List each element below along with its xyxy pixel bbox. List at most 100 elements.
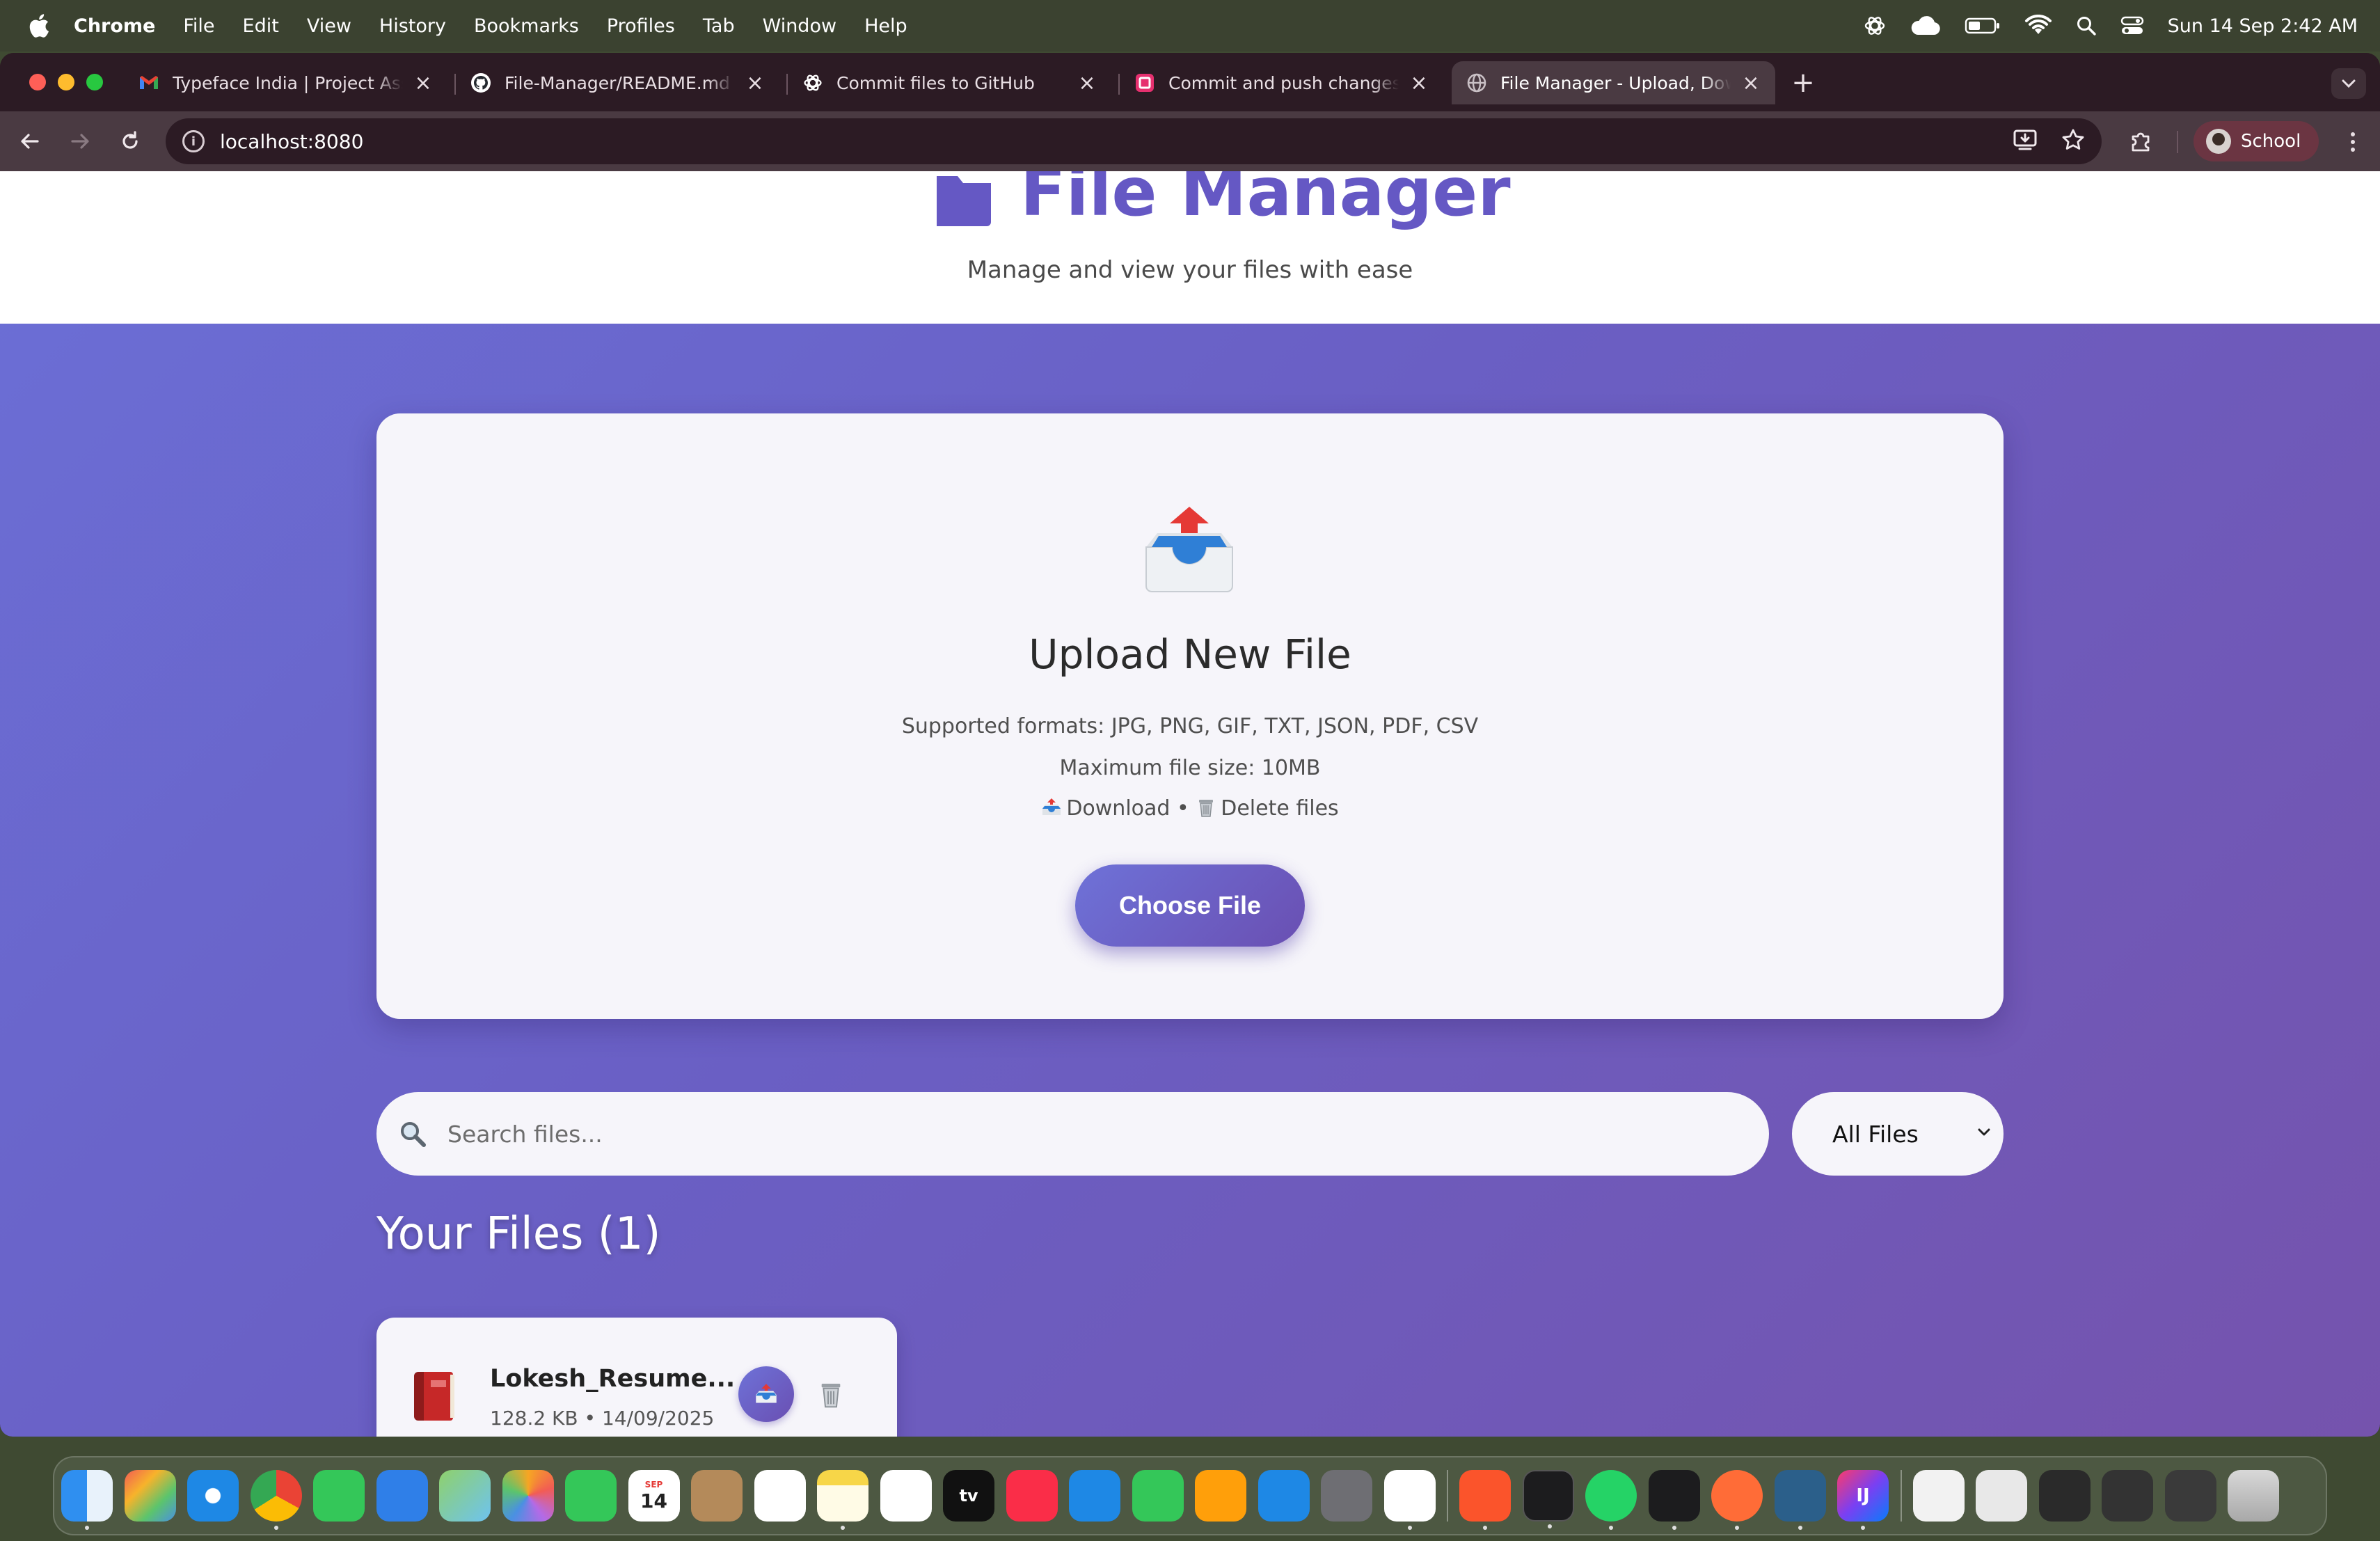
download-file-button[interactable]: [738, 1366, 794, 1422]
trash-icon: [821, 1384, 841, 1408]
system-settings-icon[interactable]: [1321, 1470, 1372, 1522]
mail-icon[interactable]: [376, 1470, 428, 1522]
recent-stack-icon[interactable]: [2102, 1470, 2153, 1522]
close-tab-icon[interactable]: ×: [1077, 71, 1097, 95]
menu-chrome[interactable]: Chrome: [74, 15, 155, 37]
tab-commit-push[interactable]: Commit and push changes to GitHub ×: [1120, 61, 1443, 104]
wifi-icon[interactable]: [2024, 15, 2052, 37]
photos-icon[interactable]: [502, 1470, 554, 1522]
address-bar[interactable]: i localhost:8080: [166, 118, 2102, 164]
minimize-window-button[interactable]: [58, 74, 74, 90]
extensions-button[interactable]: [2126, 127, 2155, 156]
launchpad-icon[interactable]: [124, 1470, 176, 1522]
menu-bookmarks[interactable]: Bookmarks: [474, 15, 579, 37]
apple-logo-icon[interactable]: [26, 12, 51, 40]
pages-icon[interactable]: [1195, 1470, 1246, 1522]
calendar-icon[interactable]: SEP 14: [628, 1470, 680, 1522]
menu-history[interactable]: History: [379, 15, 446, 37]
upload-features-text: Download • Delete files: [376, 796, 2004, 821]
upload-card[interactable]: Upload New File Supported formats: JPG, …: [376, 413, 2004, 1019]
chatgpt-icon[interactable]: [1863, 14, 1887, 38]
spotlight-search-icon[interactable]: [2076, 15, 2097, 36]
contacts-icon[interactable]: [691, 1470, 743, 1522]
toolbar-divider: [2177, 131, 2178, 153]
inbox-tray-icon: [1145, 507, 1233, 592]
keynote-icon[interactable]: [1069, 1470, 1120, 1522]
apple-tv-icon[interactable]: tv: [943, 1470, 994, 1522]
app-store-icon[interactable]: [1258, 1470, 1310, 1522]
tab-search-button[interactable]: [2331, 68, 2366, 99]
dock: SEP 14 tv IJ: [53, 1456, 2327, 1535]
close-tab-icon[interactable]: ×: [1740, 71, 1761, 95]
tab-typeface-india[interactable]: Typeface India | Project Assignment ×: [124, 61, 447, 104]
chatgpt-icon[interactable]: [1383, 1470, 1436, 1530]
terminal-icon[interactable]: [1522, 1470, 1574, 1528]
chrome-icon[interactable]: [250, 1470, 302, 1530]
menu-edit[interactable]: Edit: [243, 15, 279, 37]
chrome-menu-button[interactable]: [2342, 128, 2363, 156]
messages-icon[interactable]: [313, 1470, 365, 1522]
menu-help[interactable]: Help: [864, 15, 907, 37]
menu-profiles[interactable]: Profiles: [607, 15, 675, 37]
page-header: File Manager Manage and view your files …: [0, 171, 2380, 324]
reload-button[interactable]: [116, 127, 145, 156]
document-icon[interactable]: [1912, 1470, 1965, 1522]
menu-bar-clock[interactable]: Sun 14 Sep 2:42 AM: [2168, 15, 2358, 37]
postman-icon[interactable]: [1711, 1470, 1763, 1530]
mysql-workbench-icon[interactable]: [1774, 1470, 1826, 1530]
folder-stack-icon[interactable]: [2164, 1470, 2216, 1522]
icloud-icon[interactable]: [1910, 15, 1941, 36]
music-icon[interactable]: [1006, 1470, 1058, 1522]
close-tab-icon[interactable]: ×: [1409, 71, 1429, 95]
finder-icon[interactable]: [61, 1470, 113, 1530]
new-tab-button[interactable]: +: [1790, 67, 1816, 99]
profile-button[interactable]: School: [2193, 121, 2319, 161]
tab-file-manager[interactable]: File Manager - Upload, Download ×: [1452, 61, 1775, 104]
menu-tab[interactable]: Tab: [703, 15, 735, 37]
search-box[interactable]: [376, 1092, 1769, 1176]
globe-icon: [1466, 72, 1488, 94]
app-icon[interactable]: [1648, 1470, 1700, 1530]
chatgpt-icon: [802, 72, 824, 94]
tab-github-readme[interactable]: File-Manager/README.md at main ×: [456, 61, 779, 104]
browser-toolbar: i localhost:8080 School: [0, 111, 2380, 171]
install-app-icon[interactable]: [2013, 128, 2038, 155]
close-window-button[interactable]: [29, 74, 46, 90]
file-type-filter[interactable]: All Files: [1792, 1092, 2004, 1176]
calendar-day: 14: [640, 1489, 667, 1512]
menu-view[interactable]: View: [307, 15, 351, 37]
tab-commit-files[interactable]: Commit files to GitHub ×: [788, 61, 1111, 104]
avatar: [2206, 129, 2231, 154]
freeform-icon[interactable]: [880, 1470, 932, 1522]
screenshots-stack-icon[interactable]: [2038, 1470, 2091, 1522]
maps-icon[interactable]: [439, 1470, 491, 1522]
trash-icon[interactable]: [2228, 1470, 2279, 1522]
zoom-window-button[interactable]: [86, 74, 103, 90]
safari-icon[interactable]: [187, 1470, 239, 1522]
bookmark-star-icon[interactable]: [2061, 128, 2085, 155]
close-tab-icon[interactable]: ×: [413, 71, 434, 95]
address-bar-url[interactable]: localhost:8080: [220, 130, 363, 153]
notes-icon[interactable]: [817, 1470, 868, 1530]
dock-separator: [1447, 1470, 1448, 1522]
reminders-icon[interactable]: [754, 1470, 806, 1522]
site-info-icon[interactable]: i: [182, 130, 205, 152]
battery-icon[interactable]: [1965, 16, 2001, 35]
whatsapp-icon[interactable]: [1585, 1470, 1637, 1530]
intellij-idea-icon[interactable]: IJ: [1837, 1470, 1889, 1530]
menu-file[interactable]: File: [183, 15, 214, 37]
close-tab-icon[interactable]: ×: [745, 71, 765, 95]
facetime-icon[interactable]: [565, 1470, 617, 1522]
brave-icon[interactable]: [1459, 1470, 1511, 1530]
downloads-stack-icon[interactable]: [1976, 1470, 2027, 1522]
search-input[interactable]: [447, 1120, 1700, 1148]
numbers-icon[interactable]: [1132, 1470, 1184, 1522]
delete-file-button[interactable]: [815, 1377, 847, 1412]
menu-window[interactable]: Window: [763, 15, 836, 37]
back-button[interactable]: [15, 127, 45, 156]
choose-file-button[interactable]: Choose File: [1075, 864, 1305, 947]
file-card[interactable]: Lokesh_Resume... 128.2 KB • 14/09/2025: [376, 1318, 897, 1437]
tab-title: Typeface India | Project Assignment: [173, 72, 403, 93]
control-center-icon[interactable]: [2120, 15, 2144, 36]
forward-button[interactable]: [65, 127, 95, 156]
